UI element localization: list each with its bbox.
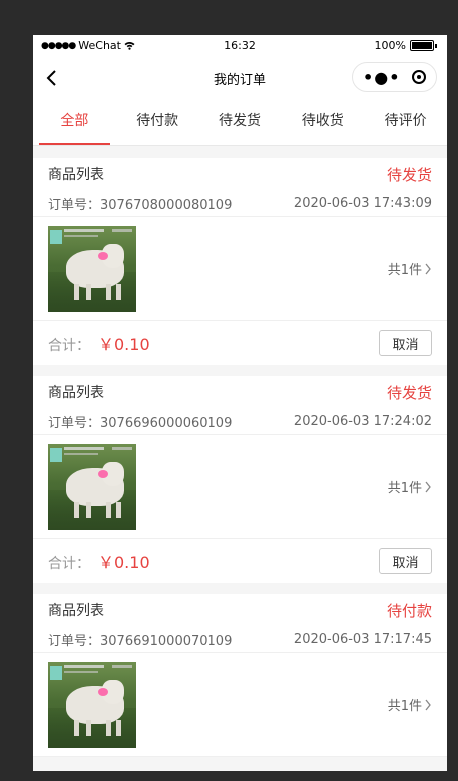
total-label: 合计： [48,556,90,572]
item-count[interactable]: 共1件 [388,695,432,714]
product-thumbnail [48,443,136,530]
chevron-right-icon [425,481,431,492]
order-product[interactable]: 共1件 [33,217,447,321]
order-tabs: 全部 待付款 待发货 待收货 待评价 [33,99,447,146]
order-status: 待发货 [386,165,432,184]
cancel-button[interactable]: 取消 [379,330,432,356]
order-meta: 订单号：3076696000060109 2020-06-03 17:24:02 [33,408,447,435]
order-title: 商品列表 [48,167,104,183]
battery-indicator: 100% [375,39,437,52]
total-label: 合计： [48,338,90,354]
chevron-right-icon [425,699,431,710]
order-total: 合计： ￥0.10 [48,549,150,573]
item-count[interactable]: 共1件 [388,477,432,496]
order-datetime: 2020-06-03 17:43:09 [293,195,432,211]
close-target-icon[interactable] [412,70,426,84]
order-card[interactable]: 商品列表 待发货 订单号：3076696000060109 2020-06-03… [33,376,447,583]
order-footer: 合计： ￥0.10 取消 [33,539,447,583]
status-bar: ●●●●● WeChat 16:32 100% [33,35,447,57]
order-status: 待发货 [386,383,432,402]
more-icon[interactable]: •●• [363,68,400,87]
order-card[interactable]: 商品列表 待发货 订单号：3076708000080109 2020-06-03… [33,158,447,365]
order-meta: 订单号：3076708000080109 2020-06-03 17:43:09 [33,190,447,217]
total-price: ￥0.10 [98,553,150,572]
nav-bar: 我的订单 •●• [33,57,447,99]
order-total: 合计： ￥0.10 [48,331,150,355]
order-meta: 订单号：3076691000070109 2020-06-03 17:17:45 [33,626,447,653]
order-header: 商品列表 待发货 [33,376,447,408]
tab-all[interactable]: 全部 [33,99,116,145]
tab-pending-receipt[interactable]: 待收货 [281,99,364,145]
battery-percent: 100% [374,39,406,52]
tab-pending-payment[interactable]: 待付款 [116,99,199,145]
order-number: 订单号：3076708000080109 [48,197,233,213]
order-card[interactable]: 商品列表 待付款 订单号：3076691000070109 2020-06-03… [33,594,447,757]
chevron-right-icon [425,263,431,274]
order-title: 商品列表 [48,603,104,619]
tab-pending-shipment[interactable]: 待发货 [199,99,282,145]
order-number: 订单号：3076696000060109 [48,415,233,431]
mini-program-capsule: •●• [352,62,437,92]
item-count[interactable]: 共1件 [388,259,432,278]
total-price: ￥0.10 [98,335,150,354]
order-footer: 合计： ￥0.10 取消 [33,321,447,365]
order-title: 商品列表 [48,385,104,401]
order-status: 待付款 [386,601,432,620]
battery-tip [435,43,437,48]
order-product[interactable]: 共1件 [33,653,447,757]
product-thumbnail [48,225,136,312]
order-header: 商品列表 待发货 [33,158,447,190]
tab-pending-review[interactable]: 待评价 [364,99,447,145]
order-product[interactable]: 共1件 [33,435,447,539]
order-number: 订单号：3076691000070109 [48,633,233,649]
order-datetime: 2020-06-03 17:17:45 [293,631,432,647]
order-list: 商品列表 待发货 订单号：3076708000080109 2020-06-03… [33,146,447,757]
order-datetime: 2020-06-03 17:24:02 [293,413,432,429]
product-thumbnail [48,661,136,748]
battery-icon [410,40,434,51]
phone-screen: ●●●●● WeChat 16:32 100% 我的订单 •●• 全部 待付款 … [33,35,447,771]
item-count-label: 共1件 [387,263,422,278]
item-count-label: 共1件 [387,699,422,714]
order-header: 商品列表 待付款 [33,594,447,626]
item-count-label: 共1件 [387,481,422,496]
cancel-button[interactable]: 取消 [379,548,432,574]
